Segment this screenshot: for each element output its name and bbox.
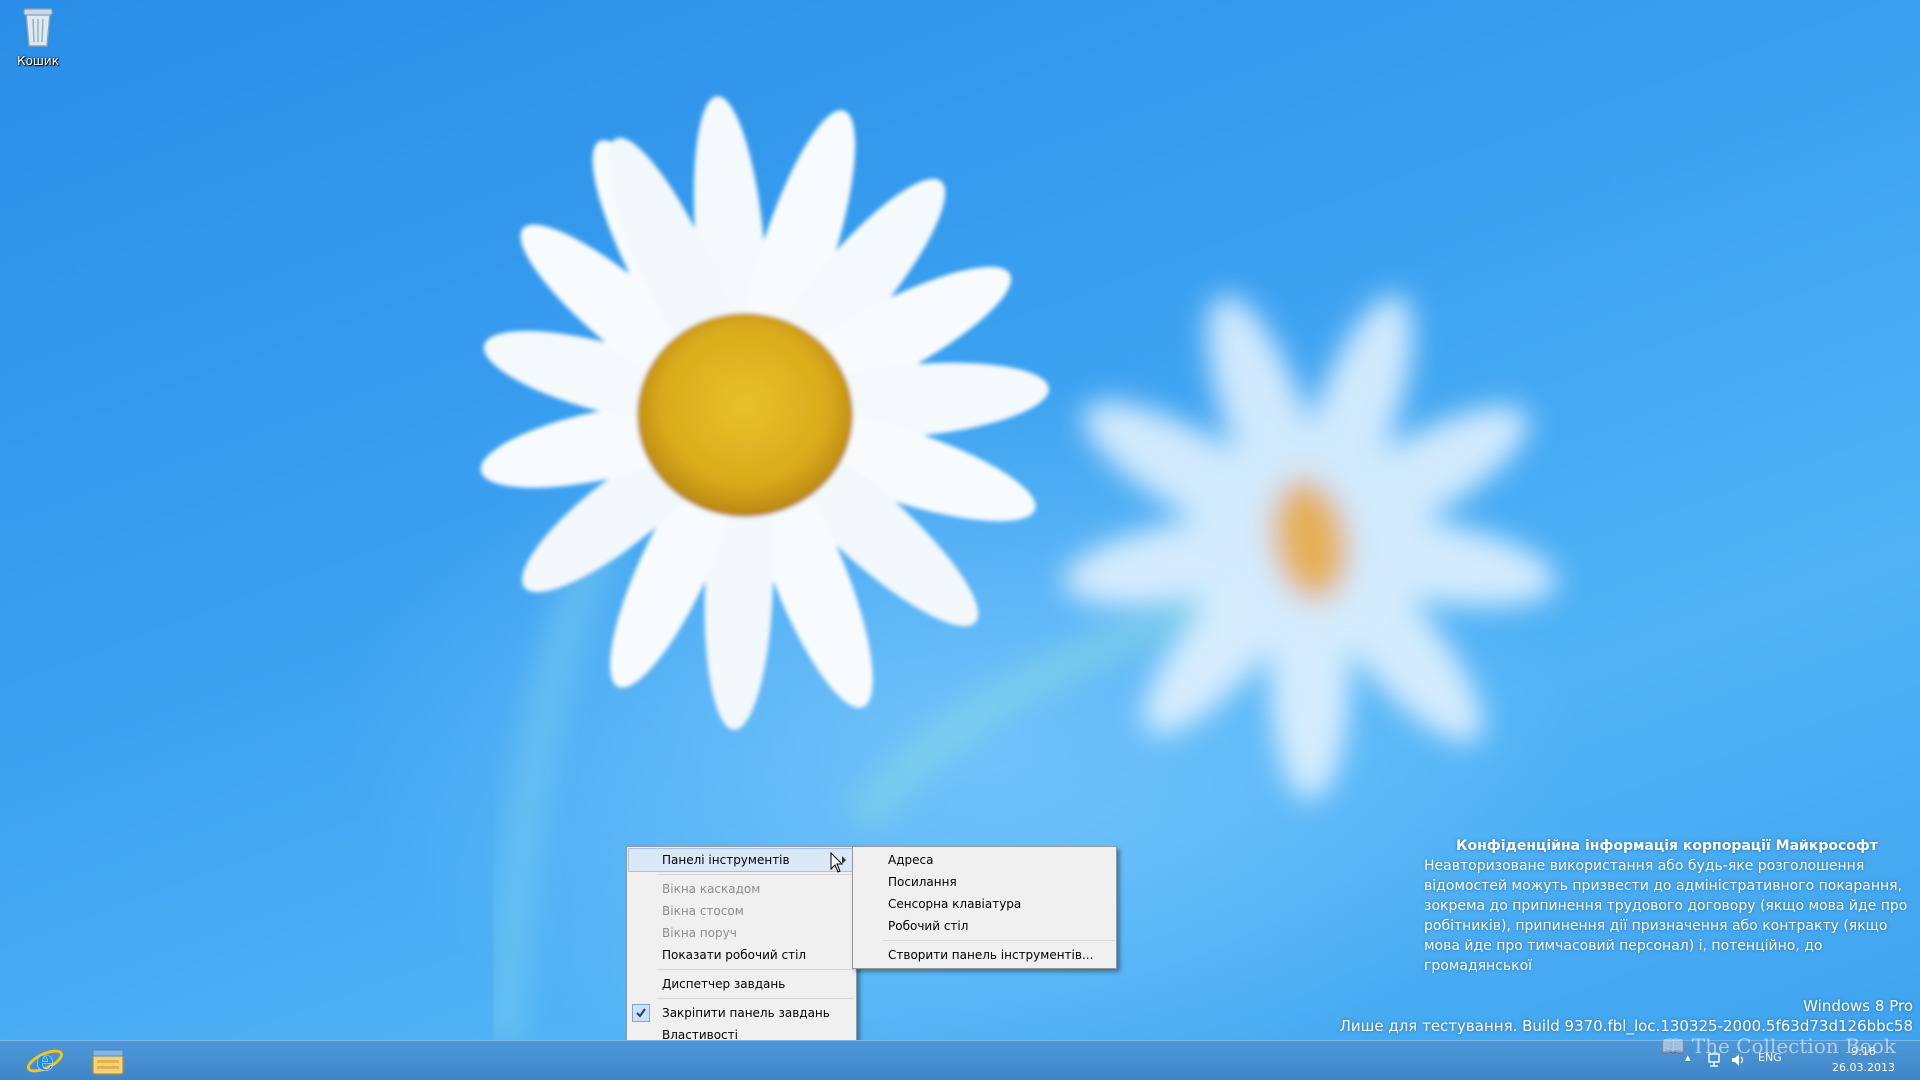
menu-item-label: Вікна стосом xyxy=(662,904,744,918)
svg-text:e: e xyxy=(36,1044,54,1077)
desktop-icon-recycle-bin[interactable]: Кошик xyxy=(10,4,66,68)
menu-item-label: Робочий стіл xyxy=(888,919,969,933)
taskbar[interactable]: e ▴ ENG 9:16 26.03.2013 xyxy=(0,1040,1920,1080)
taskbar-file-explorer-button[interactable] xyxy=(83,1043,133,1079)
menu-item-side-by-side[interactable]: Вікна поруч xyxy=(629,922,854,944)
menu-item-label: Диспетчер завдань xyxy=(662,977,786,991)
taskbar-context-menu: Панелі інструментів Вікна каскадом Вікна… xyxy=(626,846,857,1049)
menu-item-label: Сенсорна клавіатура xyxy=(888,897,1022,911)
recycle-bin-icon xyxy=(23,8,53,47)
confidential-notice: Конфіденційна інформація корпорації Майк… xyxy=(1424,836,1910,976)
build-string: Лише для тестування. Build 9370.fbl_loc.… xyxy=(1339,1017,1913,1035)
menu-item-toolbars[interactable]: Панелі інструментів xyxy=(628,848,855,872)
file-explorer-icon xyxy=(92,1049,124,1075)
menu-item-label: Вікна поруч xyxy=(662,926,737,940)
menu-item-label: Закріпити панель завдань xyxy=(662,1006,830,1020)
collection-book-watermark: 📖 The Collection Book xyxy=(1661,1034,1896,1058)
confidential-notice-title: Конфіденційна інформація корпорації Майк… xyxy=(1456,838,1878,854)
clock-date: 26.03.2013 xyxy=(1832,1061,1895,1074)
submenu-item-address[interactable]: Адреса xyxy=(855,849,1114,871)
toolbars-submenu: Адреса Посилання Сенсорна клавіатура Роб… xyxy=(852,846,1117,969)
menu-separator xyxy=(657,998,854,999)
submenu-item-desktop[interactable]: Робочий стіл xyxy=(855,915,1114,937)
taskbar-internet-explorer-button[interactable]: e xyxy=(20,1043,70,1079)
collection-book-text: The Collection Book xyxy=(1691,1034,1896,1058)
mouse-cursor-icon xyxy=(830,852,844,873)
internet-explorer-icon: e xyxy=(26,1044,64,1077)
menu-separator xyxy=(883,940,1114,941)
desktop[interactable]: Кошик Конфіденційна інформація корпораці… xyxy=(0,0,1920,1080)
submenu-item-touch-keyboard[interactable]: Сенсорна клавіатура xyxy=(855,893,1114,915)
checkmark-icon xyxy=(632,1004,650,1022)
windows-edition: Windows 8 Pro xyxy=(1803,997,1913,1015)
submenu-item-new-toolbar[interactable]: Створити панель інструментів... xyxy=(855,944,1114,966)
submenu-item-links[interactable]: Посилання xyxy=(855,871,1114,893)
menu-item-stack-windows[interactable]: Вікна стосом xyxy=(629,900,854,922)
menu-item-lock-taskbar[interactable]: Закріпити панель завдань xyxy=(629,1002,854,1024)
menu-item-label: Посилання xyxy=(888,875,957,889)
confidential-notice-body: Неавторизоване використання або будь-яке… xyxy=(1424,858,1908,974)
menu-item-label: Адреса xyxy=(888,853,934,867)
build-info: Windows 8 Pro Лише для тестування. Build… xyxy=(1340,996,1913,1036)
menu-item-show-desktop[interactable]: Показати робочий стіл xyxy=(629,944,854,966)
menu-separator xyxy=(657,874,854,875)
menu-item-label: Створити панель інструментів... xyxy=(888,948,1094,962)
menu-item-cascade-windows[interactable]: Вікна каскадом xyxy=(629,878,854,900)
desktop-icon-label: Кошик xyxy=(17,54,59,68)
menu-item-task-manager[interactable]: Диспетчер завдань xyxy=(629,973,854,995)
menu-item-label: Вікна каскадом xyxy=(662,882,761,896)
menu-item-label: Показати робочий стіл xyxy=(662,948,807,962)
book-icon: 📖 xyxy=(1660,1034,1686,1058)
menu-item-label: Панелі інструментів xyxy=(662,853,790,867)
menu-separator xyxy=(657,969,854,970)
